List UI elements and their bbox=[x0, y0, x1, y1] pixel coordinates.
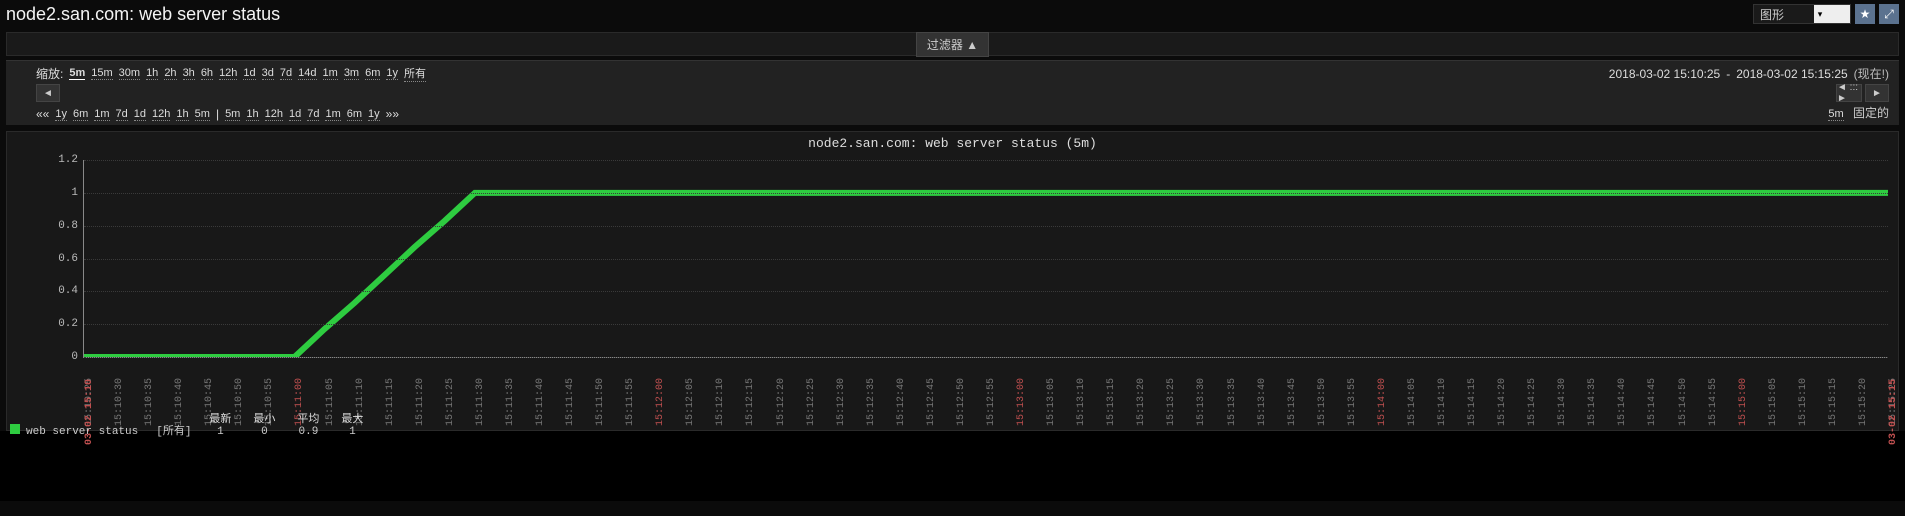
chevron-down-icon: ▾ bbox=[1814, 5, 1850, 23]
nav-bar: ◄ ««1y6m1m7d1d12h1h5m|5m1h12h1d7d1m6m1y»… bbox=[6, 84, 1899, 125]
zoom-option-1y[interactable]: 1y bbox=[386, 67, 398, 80]
zoom-option-1h[interactable]: 1h bbox=[146, 67, 158, 80]
zoom-option-7d[interactable]: 7d bbox=[280, 67, 292, 80]
nav-shift-back-7d[interactable]: 7d bbox=[116, 108, 128, 121]
zoom-bar: 缩放: 5m 15m 30m 1h 2h 3h 6h 12h 1d 3d 7d 14d 1m 3m 6m 1y… bbox=[6, 60, 1899, 84]
title-bar: node2.san.com: web server status 图形 ▾ ★ … bbox=[0, 0, 1905, 28]
nav-shift-back-1y[interactable]: 1y bbox=[55, 108, 67, 121]
fixed-label: 固定的 bbox=[1853, 106, 1889, 120]
zoom-option-3m[interactable]: 3m bbox=[344, 67, 359, 80]
legend-stat-最大: 最大1 bbox=[341, 410, 363, 438]
nav-shift-fwd-1y[interactable]: 1y bbox=[368, 108, 380, 121]
nav-next-button[interactable]: ► bbox=[1865, 84, 1889, 102]
nav-shift-fwd-7d[interactable]: 7d bbox=[307, 108, 319, 121]
zoom-option-30m[interactable]: 30m bbox=[119, 67, 140, 80]
series-line bbox=[84, 193, 1888, 357]
zoom-option-5m[interactable]: 5m bbox=[69, 67, 85, 80]
zoom-option-6h[interactable]: 6h bbox=[201, 67, 213, 80]
nav-shift-back-1h[interactable]: 1h bbox=[176, 108, 188, 121]
nav-shift-fwd-1d[interactable]: 1d bbox=[289, 108, 301, 121]
zoom-label: 缩放: bbox=[36, 65, 63, 82]
filter-bar: 过滤器 ▲ bbox=[6, 32, 1899, 56]
zoom-option-14d[interactable]: 14d bbox=[298, 67, 316, 80]
zoom-option-1m[interactable]: 1m bbox=[323, 67, 338, 80]
nav-shift-fwd-1h[interactable]: 1h bbox=[246, 108, 258, 121]
legend-series-name: web server status bbox=[26, 426, 138, 438]
zoom-option-1d[interactable]: 1d bbox=[243, 67, 255, 80]
nav-shift-fwd-6m[interactable]: 6m bbox=[347, 108, 362, 121]
y-tick: 0.6 bbox=[44, 253, 78, 265]
chart-plot[interactable]: 00.20.40.60.811.215:10:2515:10:3015:10:3… bbox=[83, 160, 1888, 358]
view-mode-select[interactable]: 图形 ▾ bbox=[1753, 4, 1851, 24]
zoom-option-2h[interactable]: 2h bbox=[164, 67, 176, 80]
nav-prev-button[interactable]: ◄ bbox=[36, 84, 60, 102]
y-tick: 1 bbox=[44, 187, 78, 199]
nav-zoom-button[interactable]: ◄ ::: ► bbox=[1836, 84, 1862, 102]
fixed-current[interactable]: 5m bbox=[1828, 108, 1843, 121]
nav-shift-back-1d[interactable]: 1d bbox=[134, 108, 146, 121]
chart-title: node2.san.com: web server status (5m) bbox=[7, 132, 1898, 155]
fullscreen-icon[interactable]: ⤢ bbox=[1879, 4, 1899, 24]
nav-shift-back-6m[interactable]: 6m bbox=[73, 108, 88, 121]
y-tick: 0.8 bbox=[44, 220, 78, 232]
y-tick: 1.2 bbox=[44, 154, 78, 166]
nav-shift-back-12h[interactable]: 12h bbox=[152, 108, 170, 121]
filter-toggle-button[interactable]: 过滤器 ▲ bbox=[916, 32, 989, 57]
zoom-option-3h[interactable]: 3h bbox=[183, 67, 195, 80]
y-tick: 0.4 bbox=[44, 285, 78, 297]
graph-panel: node2.san.com: web server status (5m) 00… bbox=[6, 131, 1899, 431]
zoom-option-所有[interactable]: 所有 bbox=[404, 65, 426, 82]
nav-shift-fwd-1m[interactable]: 1m bbox=[325, 108, 340, 121]
legend-stat-平均: 平均0.9 bbox=[297, 410, 319, 438]
nav-shift-back-5m[interactable]: 5m bbox=[195, 108, 210, 121]
nav-shift-fwd-12h[interactable]: 12h bbox=[265, 108, 283, 121]
page-title: node2.san.com: web server status bbox=[6, 4, 280, 25]
timerange-from: 2018-03-02 15:10:25 bbox=[1609, 67, 1720, 81]
nav-shift-back-1m[interactable]: 1m bbox=[94, 108, 109, 121]
timerange-now: (现在!) bbox=[1854, 65, 1889, 82]
nav-shift-fwd-5m[interactable]: 5m bbox=[225, 108, 240, 121]
chart-legend: web server status [所有] 最新1 最小0 平均0.9 最大1 bbox=[10, 410, 1895, 438]
star-icon[interactable]: ★ bbox=[1855, 4, 1875, 24]
legend-scope: [所有] bbox=[156, 422, 191, 438]
legend-stat-最新: 最新1 bbox=[209, 410, 231, 438]
zoom-option-6m[interactable]: 6m bbox=[365, 67, 380, 80]
zoom-option-15m[interactable]: 15m bbox=[91, 67, 112, 80]
legend-stat-最小: 最小0 bbox=[253, 410, 275, 438]
y-tick: 0.2 bbox=[44, 318, 78, 330]
zoom-option-12h[interactable]: 12h bbox=[219, 67, 237, 80]
timerange-to: 2018-03-02 15:15:25 bbox=[1736, 67, 1847, 81]
zoom-option-3d[interactable]: 3d bbox=[262, 67, 274, 80]
y-tick: 0 bbox=[44, 351, 78, 363]
legend-color-swatch bbox=[10, 424, 20, 434]
